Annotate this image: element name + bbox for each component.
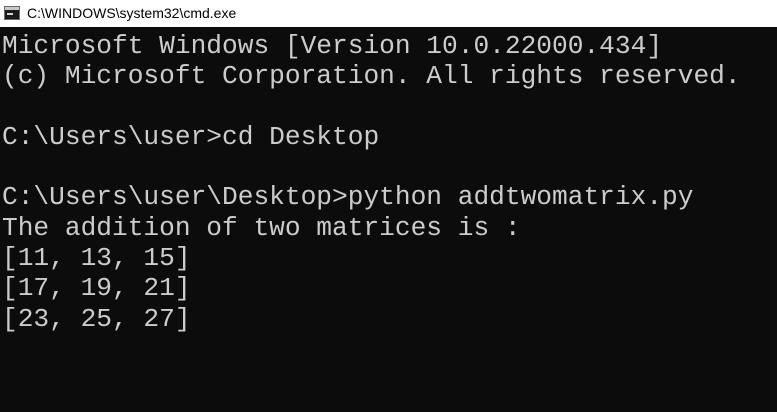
console-line-result-heading: The addition of two matrices is : — [2, 212, 521, 243]
console-line-copyright: (c) Microsoft Corporation. All rights re… — [2, 61, 741, 92]
title-bar[interactable]: C:\WINDOWS\system32\cmd.exe — [0, 0, 777, 27]
console-line-python-command: C:\Users\user\Desktop>python addtwomatri… — [2, 182, 694, 213]
console-output[interactable]: Microsoft Windows [Version 10.0.22000.43… — [2, 31, 772, 410]
console-line-matrix-row: [23, 25, 27] — [2, 303, 191, 334]
console-line-cd-command: C:\Users\user>cd Desktop — [2, 121, 380, 152]
window-title: C:\WINDOWS\system32\cmd.exe — [27, 5, 237, 21]
console-line-matrix-row: [11, 13, 15] — [2, 243, 191, 274]
cmd-window: C:\WINDOWS\system32\cmd.exe Microsoft Wi… — [0, 0, 777, 412]
cmd-console-icon[interactable] — [4, 6, 20, 20]
console-line-matrix-row: [17, 19, 21] — [2, 273, 191, 304]
console-line-version: Microsoft Windows [Version 10.0.22000.43… — [2, 31, 663, 61]
